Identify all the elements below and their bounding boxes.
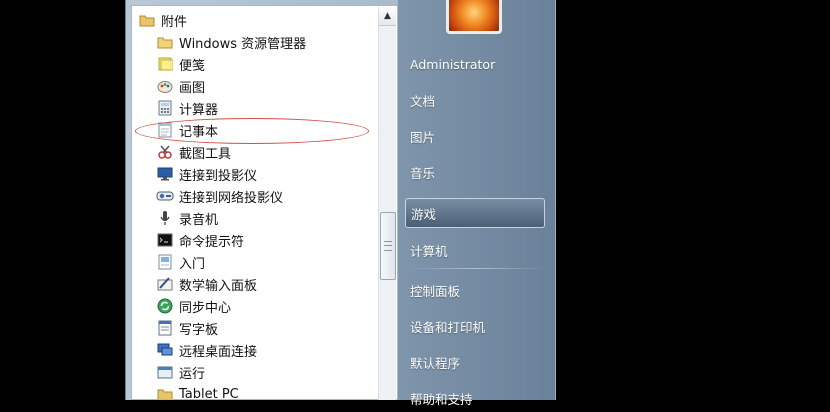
program-item-paint[interactable]: 画图: [132, 75, 377, 97]
sticky-notes-icon: [156, 56, 174, 72]
program-label: Tablet PC: [179, 386, 239, 400]
program-item-snipping-tool[interactable]: 截图工具: [132, 141, 377, 163]
program-label: 数学输入面板: [179, 278, 258, 294]
separator: [406, 268, 546, 269]
right-item-label: 文档: [410, 93, 436, 109]
program-item-explorer[interactable]: Windows 资源管理器: [132, 31, 377, 53]
program-item-calculator[interactable]: 计算器: [132, 97, 377, 119]
program-item-wordpad[interactable]: 写字板: [132, 317, 377, 339]
getting-started-icon: [156, 254, 174, 270]
program-label: 画图: [179, 80, 206, 96]
user-picture[interactable]: [446, 0, 502, 34]
explorer-icon: [156, 34, 174, 50]
program-item-getting-started[interactable]: 入门: [132, 251, 377, 273]
program-label: 命令提示符: [179, 234, 245, 250]
grip-icon: [384, 241, 392, 251]
program-label: 截图工具: [179, 146, 232, 162]
paint-icon: [156, 78, 174, 94]
right-item-label: 计算机: [410, 243, 448, 259]
right-item-pictures[interactable]: 图片: [410, 122, 540, 150]
calculator-icon: [156, 100, 174, 116]
program-label: 写字板: [179, 322, 219, 338]
right-item-username[interactable]: Administrator: [410, 50, 540, 78]
run-icon: [156, 364, 174, 380]
right-item-devices-printers[interactable]: 设备和打印机: [410, 312, 540, 340]
remote-desktop-icon: [156, 342, 174, 358]
program-label: 连接到投影仪: [179, 168, 258, 184]
right-item-label: 游戏: [411, 206, 437, 222]
right-item-control-panel[interactable]: 控制面板: [410, 276, 540, 304]
program-item-sound-recorder[interactable]: 录音机: [132, 207, 377, 229]
program-item-sticky-notes[interactable]: 便笺: [132, 53, 377, 75]
program-item-tablet-pc[interactable]: Tablet PC: [132, 383, 377, 400]
right-item-label: 图片: [410, 129, 436, 145]
folder-open-icon: [138, 12, 156, 28]
program-label: Windows 资源管理器: [179, 36, 307, 52]
arrow-up-icon: ▲: [384, 11, 391, 21]
right-item-label: 设备和打印机: [410, 319, 486, 335]
snipping-tool-icon: [156, 144, 174, 160]
right-item-label: 音乐: [410, 165, 436, 181]
program-label: 远程桌面连接: [179, 344, 258, 360]
scroll-thumb[interactable]: [380, 212, 396, 280]
right-item-help-support[interactable]: 帮助和支持: [410, 384, 540, 412]
program-label: 便笺: [179, 58, 206, 74]
program-item-math-input[interactable]: 数学输入面板: [132, 273, 377, 295]
program-item-network-projector[interactable]: 连接到网络投影仪: [132, 185, 377, 207]
program-label: 录音机: [179, 212, 219, 228]
program-label: 入门: [179, 256, 206, 272]
right-item-label: 默认程序: [410, 355, 461, 371]
right-item-documents[interactable]: 文档: [410, 86, 540, 114]
program-item-projector[interactable]: 连接到投影仪: [132, 163, 377, 185]
wordpad-icon: [156, 320, 174, 336]
network-projector-icon: [156, 188, 174, 204]
right-item-label: 控制面板: [410, 283, 461, 299]
program-label: 连接到网络投影仪: [179, 190, 284, 206]
folder-label: 附件: [161, 14, 188, 30]
right-item-music[interactable]: 音乐: [410, 158, 540, 186]
scroll-up-button[interactable]: ▲: [379, 7, 396, 26]
math-input-icon: [156, 276, 174, 292]
all-programs-list: 附件 Windows 资源管理器 便笺 画图 计算器 记事本 截图工具 连接到投…: [131, 5, 398, 400]
program-label: 计算器: [179, 102, 219, 118]
right-item-games[interactable]: 游戏: [405, 198, 545, 228]
command-prompt-icon: [156, 232, 174, 248]
folder-icon: [156, 386, 174, 399]
program-label: 同步中心: [179, 300, 232, 316]
right-item-label: 帮助和支持: [410, 391, 473, 407]
folder-accessories[interactable]: 附件: [132, 9, 377, 31]
program-item-sync-center[interactable]: 同步中心: [132, 295, 377, 317]
sync-center-icon: [156, 298, 174, 314]
right-item-default-programs[interactable]: 默认程序: [410, 348, 540, 376]
program-item-remote-desktop[interactable]: 远程桌面连接: [132, 339, 377, 361]
projector-icon: [156, 166, 174, 182]
right-item-computer[interactable]: 计算机: [410, 236, 540, 264]
program-item-command-prompt[interactable]: 命令提示符: [132, 229, 377, 251]
user-name-label: Administrator: [410, 56, 496, 72]
highlight-ellipse-annotation: [135, 118, 369, 144]
microphone-icon: [156, 210, 174, 226]
programs-scrollbar[interactable]: ▲: [378, 7, 396, 400]
program-item-run[interactable]: 运行: [132, 361, 377, 383]
program-label: 运行: [179, 366, 206, 382]
